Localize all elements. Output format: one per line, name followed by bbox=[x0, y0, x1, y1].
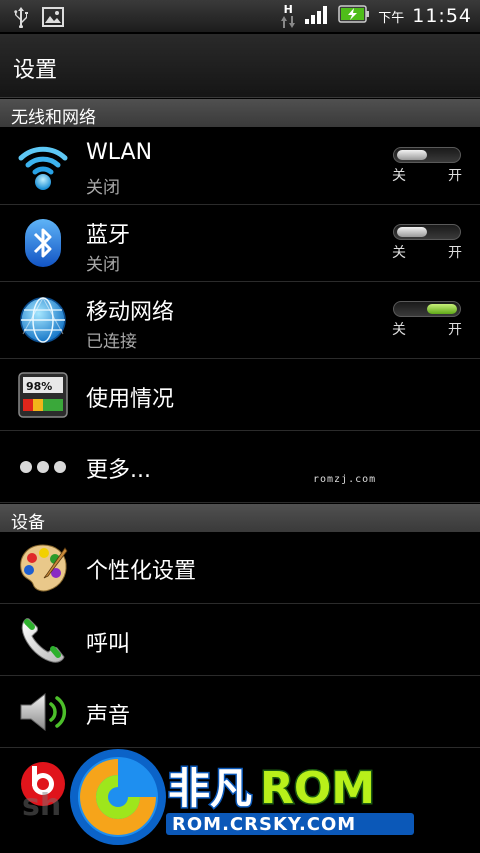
settings-row-sound[interactable]: 声音 bbox=[0, 676, 480, 748]
usage-meter-text: 98% bbox=[26, 380, 52, 393]
settings-row-bluetooth[interactable]: 蓝牙 关闭 关 开 bbox=[0, 205, 480, 282]
brand-cn-text: 非凡 bbox=[168, 764, 252, 813]
row-title: WLAN bbox=[86, 140, 153, 165]
section-header-wireless: 无线和网络 bbox=[0, 99, 480, 128]
row-title: 个性化设置 bbox=[86, 559, 197, 584]
toggle-track bbox=[393, 147, 461, 163]
page-title: 设置 bbox=[13, 58, 58, 83]
settings-row-mobile-network[interactable]: 移动网络 已连接 关 开 bbox=[0, 282, 480, 359]
toggle-label-on: 开 bbox=[448, 245, 462, 261]
toggle-label-off: 关 bbox=[392, 168, 406, 184]
toggle-label-on: 开 bbox=[448, 322, 462, 338]
row-title: 更多... bbox=[86, 458, 151, 483]
crsky-watermark-banner: sh 非凡 ROM ROM.CRSKY.COM bbox=[0, 745, 480, 853]
row-title: 蓝牙 bbox=[86, 223, 131, 248]
section-header-device: 设备 bbox=[0, 504, 480, 533]
watermark-romzj: romzj.com bbox=[313, 474, 377, 485]
settings-row-wlan[interactable]: WLAN 关闭 关 开 bbox=[0, 127, 480, 205]
more-dots-icon bbox=[17, 441, 69, 493]
toggle-track bbox=[393, 301, 461, 317]
settings-row-more[interactable]: 更多... bbox=[0, 431, 480, 503]
row-title: 声音 bbox=[86, 704, 131, 729]
toggle-knob bbox=[397, 227, 427, 237]
mobile-network-toggle[interactable]: 关 开 bbox=[392, 298, 462, 338]
status-ampm: 下午 bbox=[378, 10, 405, 26]
section-title: 设备 bbox=[11, 513, 45, 533]
toggle-label-off: 关 bbox=[392, 322, 406, 338]
status-bar: H 下午 11:54 bbox=[0, 0, 480, 33]
toggle-track bbox=[393, 224, 461, 240]
paint-palette-icon bbox=[17, 542, 69, 594]
bluetooth-toggle[interactable]: 关 开 bbox=[392, 221, 462, 261]
network-h-icon: H bbox=[280, 4, 296, 29]
image-icon bbox=[42, 7, 64, 31]
row-title: 呼叫 bbox=[86, 632, 131, 657]
faint-watermark-text: sh bbox=[22, 788, 61, 823]
speaker-icon bbox=[17, 686, 69, 738]
bluetooth-icon bbox=[17, 217, 69, 269]
usage-meter-icon: 98% bbox=[17, 369, 69, 421]
settings-row-personalize[interactable]: 个性化设置 bbox=[0, 532, 480, 604]
battery-charging-icon bbox=[338, 4, 370, 28]
crsky-logo-icon bbox=[70, 749, 166, 845]
signal-icon bbox=[304, 3, 330, 29]
brand-rom-text: ROM bbox=[260, 763, 375, 814]
section-title: 无线和网络 bbox=[11, 108, 96, 128]
row-subtitle: 关闭 bbox=[86, 255, 120, 275]
row-title: 移动网络 bbox=[86, 300, 175, 325]
settings-row-usage[interactable]: 98% 使用情况 bbox=[0, 359, 480, 431]
usb-icon bbox=[12, 6, 30, 32]
settings-row-call[interactable]: 呼叫 bbox=[0, 604, 480, 676]
row-subtitle: 已连接 bbox=[86, 332, 137, 352]
row-subtitle: 关闭 bbox=[86, 178, 120, 198]
toggle-label-on: 开 bbox=[448, 168, 462, 184]
row-title: 使用情况 bbox=[86, 387, 175, 412]
wlan-toggle[interactable]: 关 开 bbox=[392, 144, 462, 184]
toggle-knob bbox=[427, 304, 457, 314]
brand-url-text: ROM.CRSKY.COM bbox=[172, 814, 356, 835]
title-bar: 设置 bbox=[0, 34, 480, 98]
toggle-label-off: 关 bbox=[392, 245, 406, 261]
status-time: 11:54 bbox=[412, 5, 472, 27]
phone-icon bbox=[17, 614, 69, 666]
wifi-icon bbox=[17, 140, 69, 192]
toggle-knob bbox=[397, 150, 427, 160]
globe-network-icon bbox=[17, 294, 69, 346]
